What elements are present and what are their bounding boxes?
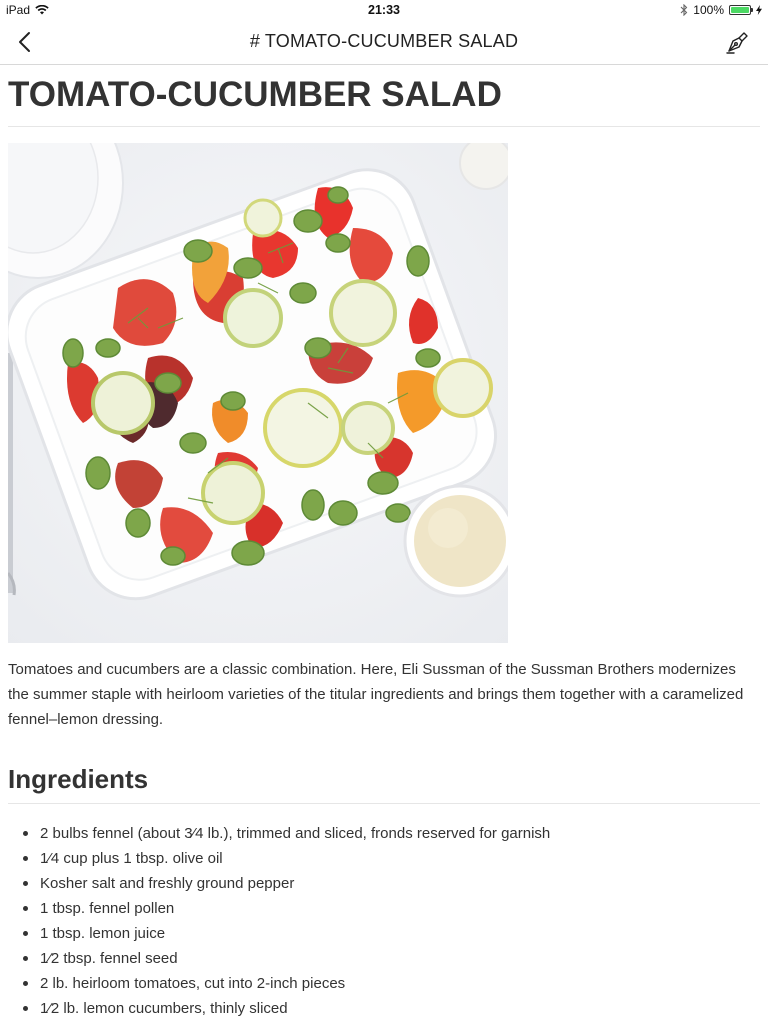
- nav-title: # TOMATO-CUCUMBER SALAD: [249, 31, 519, 51]
- charging-icon: [756, 5, 762, 15]
- status-bar: iPad 21:33 100%: [0, 0, 768, 20]
- salad-photo-illustration: [0, 87, 517, 643]
- status-right: 100%: [680, 3, 762, 17]
- recipe-photo: [0, 87, 517, 643]
- navigation-bar: # TOMATO-CUCUMBER SALAD: [0, 20, 768, 65]
- pen-nib-icon: [726, 32, 748, 54]
- page-title: TOMATO-CUCUMBER SALAD: [8, 65, 760, 127]
- ingredient-item: 2 lb. heirloom tomatoes, cut into 2-inch…: [8, 971, 760, 996]
- recipe-content: TOMATO-CUCUMBER SALAD Tomatoes and cucum…: [0, 65, 760, 1017]
- ingredient-item: 1 tbsp. fennel pollen: [8, 896, 760, 921]
- battery-percent: 100%: [693, 3, 724, 17]
- ingredient-item: 1⁄2 tbsp. fennel seed: [8, 946, 760, 971]
- recipe-description: Tomatoes and cucumbers are a classic com…: [8, 661, 744, 728]
- edit-button[interactable]: [722, 27, 752, 57]
- ingredient-item: 2 bulbs fennel (about 3⁄4 lb.), trimmed …: [8, 821, 760, 846]
- ingredient-item: 1⁄4 cup plus 1 tbsp. olive oil: [8, 846, 760, 871]
- ingredients-list: 2 bulbs fennel (about 3⁄4 lb.), trimmed …: [8, 821, 760, 1021]
- bluetooth-icon: [680, 4, 688, 16]
- ingredient-item: Kosher salt and freshly ground pepper: [8, 871, 760, 896]
- battery-icon: [729, 5, 753, 15]
- ingredient-item: 1⁄2 lb. lemon cucumbers, thinly sliced: [8, 996, 760, 1021]
- ingredient-item: 1 tbsp. lemon juice: [8, 921, 760, 946]
- status-time: 21:33: [368, 3, 400, 17]
- ingredients-heading: Ingredients: [8, 761, 760, 804]
